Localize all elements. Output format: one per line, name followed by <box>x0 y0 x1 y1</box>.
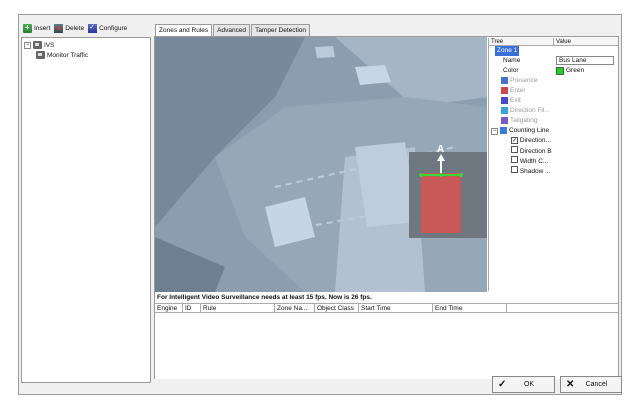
column-header[interactable]: End Time <box>433 304 507 312</box>
direction-label-a: A <box>437 144 444 155</box>
direction-filter-icon <box>501 106 508 114</box>
column-header[interactable]: ID <box>183 304 201 312</box>
exit-row[interactable]: Exit <box>489 96 618 106</box>
delete-label: Delete <box>65 24 85 32</box>
width-checkbox[interactable] <box>511 156 518 163</box>
counting-line-label: Counting Line <box>509 127 550 134</box>
color-row[interactable]: Color Green <box>489 66 618 76</box>
tailgating-label: Tailgating <box>510 117 538 124</box>
direction-b-checkbox[interactable] <box>511 146 518 153</box>
tab-tamper-detection[interactable]: Tamper Detection <box>251 24 311 36</box>
column-header[interactable]: Zone Na... <box>275 304 315 312</box>
close-icon: ✕ <box>566 379 575 390</box>
direction-a-checkbox[interactable]: ✓ <box>511 137 518 144</box>
direction-a-row[interactable]: ✓ Direction... <box>489 136 618 146</box>
configure-button[interactable]: Configure <box>88 23 128 33</box>
tree-child-label: Monitor Traffic <box>47 51 89 59</box>
presence-icon <box>501 76 508 84</box>
configure-icon <box>88 23 98 33</box>
color-label: Color <box>503 67 519 74</box>
delete-icon <box>54 23 64 33</box>
direction-a-label: Direction... <box>519 137 551 144</box>
column-header[interactable]: Engine <box>155 304 183 312</box>
name-value-field[interactable]: Bus Lane <box>556 56 614 65</box>
counting-line-row[interactable]: − Counting Line <box>489 126 618 136</box>
enter-icon <box>501 86 508 94</box>
direction-b-row[interactable]: Direction B <box>489 146 618 156</box>
color-value: Green <box>566 67 585 74</box>
ivs-dialog: Insert Delete Configure − IVS Monitor Tr… <box>18 14 622 395</box>
events-table: Engine ID Rule Zone Na... Object Class S… <box>155 303 618 379</box>
width-row[interactable]: Width C... <box>489 156 618 166</box>
insert-icon <box>23 23 32 33</box>
tree-root-label: IVS <box>44 41 55 49</box>
delete-button[interactable]: Delete <box>54 23 85 33</box>
shadow-row[interactable]: Shadow ... <box>489 166 618 176</box>
tailgating-icon <box>501 116 508 124</box>
configure-label: Configure <box>99 24 128 32</box>
checkmark-icon: ✓ <box>498 379 507 390</box>
insert-button[interactable]: Insert <box>23 23 51 33</box>
counting-line-icon <box>500 126 507 134</box>
enter-row[interactable]: Enter <box>489 86 618 96</box>
exit-label: Exit <box>510 97 521 104</box>
zone-row[interactable]: Zone 1 <box>489 46 618 56</box>
events-table-header: Engine ID Rule Zone Na... Object Class S… <box>155 304 618 313</box>
direction-filter-label: Direction Fil... <box>510 107 550 114</box>
ok-label: OK <box>523 381 535 388</box>
camera-scene: A <box>155 37 487 292</box>
tailgating-row[interactable]: Tailgating <box>489 116 618 126</box>
property-grid-header: Tree Value <box>489 38 618 46</box>
exit-icon <box>501 96 508 104</box>
shadow-checkbox[interactable] <box>511 166 518 173</box>
tab-advanced[interactable]: Advanced <box>213 24 251 36</box>
property-grid: Tree Value Zone 1 Name Bus Lane Color Gr… <box>488 38 618 291</box>
cancel-label: Cancel <box>585 381 608 388</box>
camera-group-icon <box>33 41 42 49</box>
toolbar: Insert Delete Configure <box>23 21 127 35</box>
tree-node-monitor-traffic[interactable]: Monitor Traffic <box>36 50 148 60</box>
video-preview[interactable]: A <box>155 37 487 292</box>
cancel-button[interactable]: ✕ Cancel <box>560 376 622 393</box>
fps-status-text: For Intelligent Video Surveillance needs… <box>155 293 618 303</box>
collapse-icon[interactable]: − <box>491 128 498 135</box>
tab-zones-and-rules[interactable]: Zones and Rules <box>155 24 213 36</box>
tab-content: A Tree Value Zone 1 Name Bus Lane Color … <box>154 36 619 379</box>
col-tree: Tree <box>489 38 554 45</box>
camera-icon <box>36 51 45 59</box>
tab-strip: Zones and Rules Advanced Tamper Detectio… <box>155 24 311 36</box>
color-swatch[interactable] <box>556 67 564 75</box>
ok-button[interactable]: ✓ OK <box>492 376 555 393</box>
width-label: Width C... <box>519 158 549 165</box>
col-value: Value <box>556 39 571 45</box>
name-label: Name <box>503 57 521 64</box>
column-header[interactable]: Rule <box>201 304 275 312</box>
presence-label: Presence <box>510 77 538 84</box>
collapse-icon[interactable]: − <box>24 41 31 49</box>
direction-b-label: Direction B <box>519 148 552 155</box>
presence-row[interactable]: Presence <box>489 76 618 86</box>
direction-filter-row[interactable]: Direction Fil... <box>489 106 618 116</box>
enter-label: Enter <box>510 87 526 94</box>
shadow-label: Shadow ... <box>519 168 551 175</box>
insert-label: Insert <box>34 24 51 32</box>
rule-tree-panel: − IVS Monitor Traffic <box>21 37 151 383</box>
column-header[interactable]: Start Time <box>359 304 433 312</box>
column-header[interactable]: Object Class <box>315 304 359 312</box>
tree-node-ivs[interactable]: − IVS <box>24 40 148 50</box>
zone-label: Zone 1 <box>495 46 520 56</box>
name-row[interactable]: Name Bus Lane <box>489 56 618 66</box>
